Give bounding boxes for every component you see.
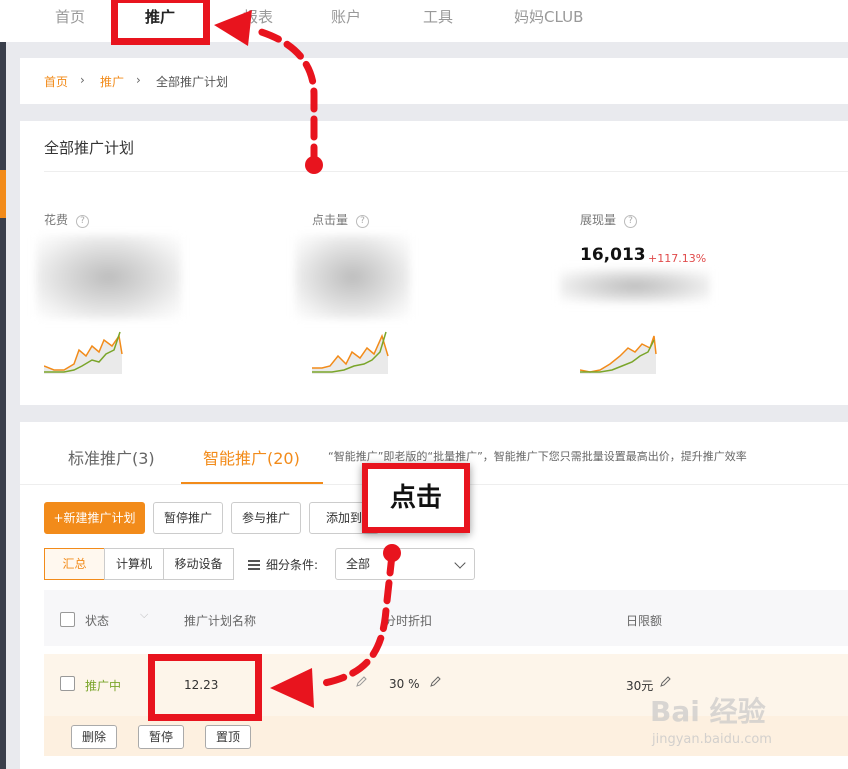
blurred-impressions-sub xyxy=(560,269,710,303)
chevron-down-icon xyxy=(454,557,466,569)
pin-top-button[interactable]: 置顶 xyxy=(205,725,251,749)
click-callout: 点击 xyxy=(362,463,470,533)
tab-description: “智能推广”即老版的“批量推广”，智能推广下您只需批量设置最高出价，提升推广效率 xyxy=(328,450,747,463)
filter-label: 细分条件: xyxy=(248,556,318,573)
column-daily-budget: 日限额 xyxy=(626,614,663,628)
join-promotion-button[interactable]: 参与推广 xyxy=(231,502,301,534)
chevron-right-icon: › xyxy=(136,73,141,87)
sidebar-active-marker xyxy=(0,170,6,218)
clicks-sparkline xyxy=(312,331,389,374)
segment-summary[interactable]: 汇总 xyxy=(44,548,105,580)
time-discount-value: 30 % xyxy=(389,677,420,691)
watermark-logo: Bai 经验 xyxy=(650,695,766,728)
filter-label-text: 细分条件: xyxy=(266,558,319,572)
cost-sparkline xyxy=(44,331,123,374)
segment-computer[interactable]: 计算机 xyxy=(104,548,164,580)
table-header: 状态 ⌵ 推广计划名称 分时折扣 日限额 xyxy=(44,590,848,646)
tab-smart-promotion[interactable]: 智能推广(20) xyxy=(203,445,300,469)
active-tab-indicator xyxy=(181,482,323,484)
segment-mobile[interactable]: 移动设备 xyxy=(163,548,234,580)
impressions-change: +117.13% xyxy=(648,252,707,265)
metric-clicks-text: 点击量 xyxy=(312,213,349,227)
divider xyxy=(44,171,848,172)
new-campaign-button[interactable]: +新建推广计划 xyxy=(44,502,145,534)
select-all-checkbox[interactable] xyxy=(60,612,75,627)
highlight-box-nav xyxy=(111,0,210,45)
help-icon[interactable]: ? xyxy=(624,215,638,228)
nav-home[interactable]: 首页 xyxy=(55,6,85,27)
chevron-down-icon[interactable]: ⌵ xyxy=(140,608,148,622)
status-badge: 推广中 xyxy=(85,679,122,693)
pause-promotion-button[interactable]: 暂停推广 xyxy=(153,502,223,534)
breadcrumb-home[interactable]: 首页 xyxy=(44,73,68,90)
pencil-icon[interactable] xyxy=(350,674,368,688)
overview-panel: 全部推广计划 花费? 点击量? 展现量? 16,013 +117.13% xyxy=(20,121,848,405)
pause-button[interactable]: 暂停 xyxy=(138,725,184,749)
tab-standard-promotion[interactable]: 标准推广(3) xyxy=(68,445,155,469)
watermark-url: jingyan.baidu.com xyxy=(652,732,772,747)
blurred-clicks-value xyxy=(295,235,410,319)
column-time-discount: 分时折扣 xyxy=(384,614,433,628)
metric-impressions-label: 展现量? xyxy=(580,211,638,228)
pencil-icon[interactable] xyxy=(424,674,442,688)
pencil-icon[interactable] xyxy=(654,674,672,688)
delete-button[interactable]: 删除 xyxy=(71,725,117,749)
metric-cost-text: 花费 xyxy=(44,213,69,227)
help-icon[interactable]: ? xyxy=(76,215,90,228)
chevron-right-icon: › xyxy=(80,73,85,87)
highlight-box-campaign xyxy=(148,654,262,721)
metric-impressions-text: 展现量 xyxy=(580,213,617,227)
impressions-sparkline xyxy=(580,335,657,374)
metric-cost-label: 花费? xyxy=(44,211,90,228)
row-checkbox[interactable] xyxy=(60,676,75,691)
left-sidebar-strip xyxy=(0,42,6,769)
blurred-cost-value xyxy=(36,235,181,319)
breadcrumb-promotion[interactable]: 推广 xyxy=(100,73,124,90)
filter-select-value: 全部 xyxy=(346,557,371,571)
metric-clicks-label: 点击量? xyxy=(312,211,370,228)
impressions-value: 16,013 xyxy=(580,245,646,265)
filter-select[interactable]: 全部 xyxy=(335,548,475,580)
list-icon xyxy=(248,560,260,570)
nav-reports[interactable]: 报表 xyxy=(243,6,273,27)
nav-mama-club[interactable]: 妈妈CLUB xyxy=(514,6,583,27)
nav-account[interactable]: 账户 xyxy=(331,6,361,27)
breadcrumb: 首页 › 推广 › 全部推广计划 xyxy=(20,58,848,104)
nav-tools[interactable]: 工具 xyxy=(423,6,453,27)
breadcrumb-current: 全部推广计划 xyxy=(156,75,229,89)
overview-title: 全部推广计划 xyxy=(44,139,135,157)
help-icon[interactable]: ? xyxy=(356,215,370,228)
column-status: 状态 xyxy=(85,614,110,628)
column-campaign-name: 推广计划名称 xyxy=(184,614,257,628)
